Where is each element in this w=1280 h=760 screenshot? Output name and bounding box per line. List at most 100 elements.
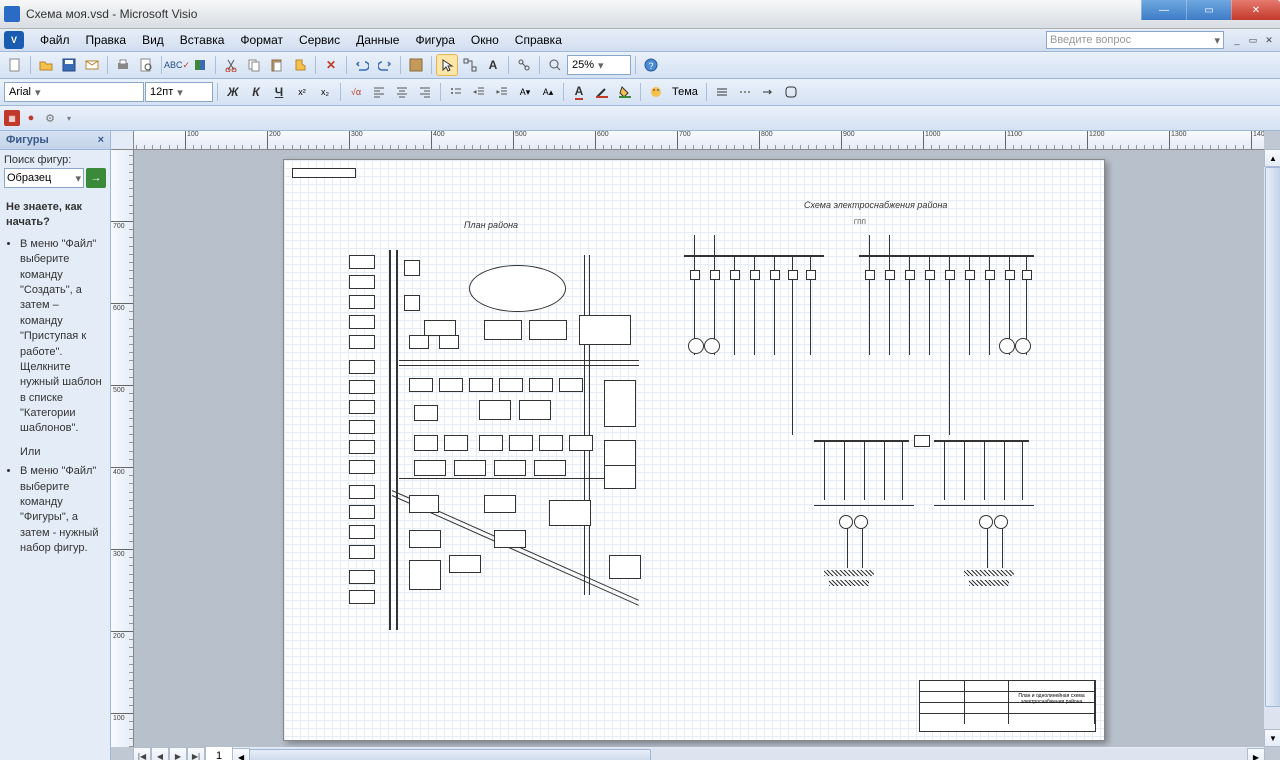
window-titlebar: Схема моя.vsd - Microsoft Visio — ▭ ✕ xyxy=(0,0,1280,29)
print-button[interactable] xyxy=(112,54,134,76)
menu-data[interactable]: Данные xyxy=(348,31,407,49)
dropdown-arrow-icon[interactable]: ▾ xyxy=(61,110,77,126)
superscript-button[interactable]: x² xyxy=(291,81,313,103)
page-tab-1[interactable]: 1 xyxy=(205,747,233,760)
prev-page-button[interactable]: ◀ xyxy=(151,747,169,760)
bullets-button[interactable] xyxy=(445,81,467,103)
shapes-window-button[interactable] xyxy=(405,54,427,76)
italic-button[interactable]: К xyxy=(245,81,267,103)
menu-service[interactable]: Сервис xyxy=(291,31,348,49)
research-button[interactable] xyxy=(189,54,211,76)
vertical-scrollbar[interactable]: ▲ ▼ xyxy=(1264,149,1280,747)
bold-button[interactable]: Ж xyxy=(222,81,244,103)
pointer-tool-button[interactable] xyxy=(436,54,458,76)
drawing-title-block: План и однолинейная схема электроснабжен… xyxy=(919,680,1096,732)
horizontal-scroll-thumb[interactable] xyxy=(249,749,651,760)
corner-rounding-button[interactable] xyxy=(780,81,802,103)
subscript-button[interactable]: x₂ xyxy=(314,81,336,103)
paste-button[interactable] xyxy=(266,54,288,76)
last-page-button[interactable]: ▶| xyxy=(187,747,205,760)
zoom-tool-button[interactable] xyxy=(544,54,566,76)
undo-button[interactable] xyxy=(351,54,373,76)
menu-help[interactable]: Справка xyxy=(507,31,570,49)
font-combo[interactable]: Arial xyxy=(4,82,144,102)
save-button[interactable] xyxy=(58,54,80,76)
spelling-button[interactable]: ABC✓ xyxy=(166,54,188,76)
line-ends-button[interactable] xyxy=(757,81,779,103)
horizontal-ruler[interactable]: 0100200300400500600700800900100011001200… xyxy=(133,131,1264,150)
horizontal-scroll-track[interactable]: ◀ ▶ xyxy=(249,748,1248,760)
menu-window[interactable]: Окно xyxy=(463,31,507,49)
menu-file[interactable]: Файл xyxy=(32,31,78,49)
drawing-canvas-area: 0100200300400500600700800900100011001200… xyxy=(111,131,1280,760)
increase-indent-button[interactable] xyxy=(491,81,513,103)
menu-insert[interactable]: Вставка xyxy=(172,31,233,49)
drawing-page[interactable]: План района Схема электроснабжения район… xyxy=(283,159,1105,741)
scroll-down-arrow-icon[interactable]: ▼ xyxy=(1264,729,1280,747)
increase-font-button[interactable]: A▴ xyxy=(537,81,559,103)
vertical-ruler[interactable]: 8007006005004003002001000 xyxy=(111,149,134,747)
line-pattern-button[interactable] xyxy=(734,81,756,103)
ruler-corner xyxy=(111,131,134,150)
menu-edit[interactable]: Правка xyxy=(78,31,135,49)
align-right-button[interactable] xyxy=(414,81,436,103)
mdi-restore-button[interactable]: ▭ xyxy=(1246,33,1260,47)
print-preview-button[interactable] xyxy=(135,54,157,76)
align-left-button[interactable] xyxy=(368,81,390,103)
decrease-font-button[interactable]: A▾ xyxy=(514,81,536,103)
line-weight-button[interactable] xyxy=(711,81,733,103)
line-color-button[interactable] xyxy=(591,81,613,103)
main-area: Фигуры × Поиск фигур: Образец → Не знает… xyxy=(0,131,1280,760)
shapes-help-text: Не знаете, как начать? В меню "Файл" выб… xyxy=(0,192,110,573)
scroll-up-arrow-icon[interactable]: ▲ xyxy=(1264,149,1280,167)
menu-view[interactable]: Вид xyxy=(134,31,172,49)
mdi-minimize-button[interactable]: _ xyxy=(1230,33,1244,47)
fill-color-button[interactable] xyxy=(614,81,636,103)
menu-shape[interactable]: Фигура xyxy=(407,31,462,49)
font-size-combo[interactable]: 12пт xyxy=(145,82,213,102)
menu-format[interactable]: Формат xyxy=(232,31,291,49)
email-button[interactable] xyxy=(81,54,103,76)
shapes-search-go-button[interactable]: → xyxy=(86,168,106,188)
help-button[interactable]: ? xyxy=(640,54,662,76)
window-close-button[interactable]: ✕ xyxy=(1231,0,1280,20)
office-button[interactable]: V xyxy=(4,31,24,49)
align-center-button[interactable] xyxy=(391,81,413,103)
copy-button[interactable] xyxy=(243,54,265,76)
drawing-toolbar: ▦ ● ⚙ ▾ xyxy=(0,106,1280,131)
shapes-panel-close-button[interactable]: × xyxy=(98,134,104,146)
vertical-scroll-thumb[interactable] xyxy=(1265,167,1280,707)
pdf-icon[interactable]: ▦ xyxy=(4,110,20,126)
settings-gear-icon[interactable]: ⚙ xyxy=(42,110,58,126)
shapes-search-label: Поиск фигур: xyxy=(4,154,106,166)
window-maximize-button[interactable]: ▭ xyxy=(1186,0,1231,20)
theme-label[interactable]: Тема xyxy=(668,86,702,98)
format-painter-button[interactable] xyxy=(289,54,311,76)
connector-tool-button[interactable] xyxy=(459,54,481,76)
text-tool-button[interactable]: A xyxy=(482,54,504,76)
cut-button[interactable] xyxy=(220,54,242,76)
first-page-button[interactable]: |◀ xyxy=(133,747,151,760)
shapes-search-input[interactable]: Образец xyxy=(4,168,84,188)
scroll-left-arrow-icon[interactable]: ◀ xyxy=(232,748,250,760)
delete-button[interactable]: ✕ xyxy=(320,54,342,76)
theme-icon[interactable] xyxy=(645,81,667,103)
equation-button[interactable]: √α xyxy=(345,81,367,103)
drawing-content: План района Схема электроснабжения район… xyxy=(284,160,1104,740)
redo-button[interactable] xyxy=(374,54,396,76)
visio-doc-icon xyxy=(4,6,20,22)
open-button[interactable] xyxy=(35,54,57,76)
zoom-combo[interactable]: 25% xyxy=(567,55,631,75)
font-color-button[interactable]: A xyxy=(568,81,590,103)
scroll-right-arrow-icon[interactable]: ▶ xyxy=(1247,748,1265,760)
next-page-button[interactable]: ▶ xyxy=(169,747,187,760)
underline-button[interactable]: Ч xyxy=(268,81,290,103)
new-button[interactable] xyxy=(4,54,26,76)
window-minimize-button[interactable]: — xyxy=(1141,0,1186,20)
help-question-input[interactable]: Введите вопрос xyxy=(1046,31,1224,49)
mdi-close-button[interactable]: ✕ xyxy=(1262,33,1276,47)
connect-shapes-button[interactable] xyxy=(513,54,535,76)
decrease-indent-button[interactable] xyxy=(468,81,490,103)
canvas-viewport[interactable]: План района Схема электроснабжения район… xyxy=(133,149,1264,747)
record-icon[interactable]: ● xyxy=(23,110,39,126)
